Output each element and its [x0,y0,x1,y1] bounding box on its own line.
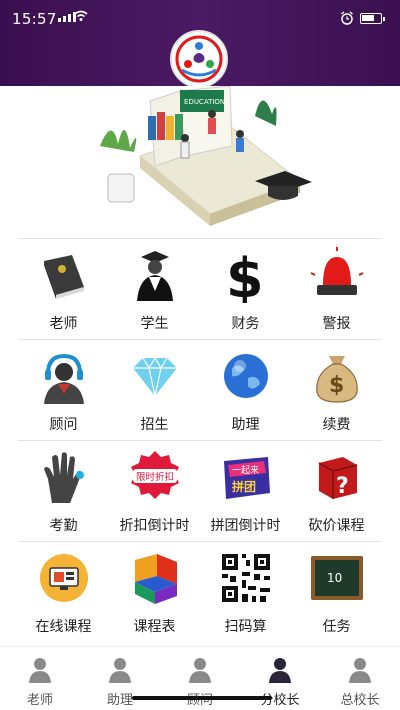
grid-item-discount-countdown[interactable]: 限时折扣 折扣倒计时 [109,441,200,541]
alarm-light-icon [310,247,364,295]
grid-item-label: 拼团倒计时 [210,518,281,534]
person-icon [109,658,131,683]
tab-chief-principal[interactable]: 总校长 [320,647,400,710]
grid-item-teacher[interactable]: 老师 [18,239,109,339]
grid-row: 顾问 招生 助理 $ 续费 [18,339,382,440]
grid-item-label: 老师 [49,316,78,332]
battery-icon [360,13,385,24]
book-icon [44,255,84,299]
grid-item-assistant[interactable]: 助理 [200,340,291,440]
app-logo [170,30,228,88]
globe-icon [224,354,268,398]
person-icon [29,658,51,683]
group-badge-bottom-text: 拼团 [232,479,256,494]
education-illustration: EDUCATION [100,85,312,226]
grid-item-bargain-course[interactable]: ? 砍价课程 [291,441,382,541]
grid-item-label: 续费 [322,417,351,433]
grid-item-task[interactable]: 10 任务 [291,542,382,642]
grid-item-enroll[interactable]: 招生 [109,340,200,440]
alarm-clock-icon [341,11,353,25]
grid-item-student[interactable]: 学生 [109,239,200,339]
function-grid: 老师 学生 $ 财务 警报 顾问 招生 助理 $ 续费 考勤 限时折扣 折扣倒计… [18,238,382,642]
grid-row: 老师 学生 $ 财务 警报 [18,238,382,339]
svg-text:$: $ [329,373,344,398]
grid-item-online-course[interactable]: 在线课程 [18,542,109,642]
grid-item-label: 任务 [322,619,351,635]
status-time: 15:57 [12,10,57,28]
grid-item-label: 学生 [140,316,169,332]
grid-item-label: 招生 [140,417,169,433]
grid-item-alarm[interactable]: 警报 [291,239,382,339]
question-cube-icon: ? [318,457,358,499]
group-badge-top-text: 一起来 [232,465,259,476]
dollar-icon: $ [226,247,264,303]
grid-row: 考勤 限时折扣 折扣倒计时 一起来 拼团 拼团倒计时 ? 砍价课程 [18,440,382,541]
app-header: 15:57 [0,0,400,88]
person-icon [269,658,291,683]
grid-item-label: 助理 [231,417,260,433]
grid-item-timetable[interactable]: 课程表 [109,542,200,642]
tab-assistant[interactable]: 助理 [80,647,160,710]
svg-text:?: ? [336,474,349,499]
task-board-number: 10 [327,571,342,585]
grid-item-label: 财务 [231,316,260,332]
bottom-tab-bar: 老师 助理 顾问 分校长 总校长 [0,646,400,710]
grid-item-attendance[interactable]: 考勤 [18,441,109,541]
svg-text:$: $ [226,247,264,303]
grid-item-label: 扫码算 [224,619,267,635]
grid-item-label: 顾问 [49,417,78,433]
grid-item-label: 警报 [322,316,351,332]
grid-item-label: 折扣倒计时 [119,518,190,534]
grid-row: 在线课程 课程表 扫码算 10 任务 [18,541,382,642]
status-bar: 15:57 [0,0,400,34]
task-board-icon: 10 [311,556,363,600]
grid-item-label: 课程表 [133,619,176,635]
hand-icon [44,452,84,503]
grid-item-finance[interactable]: $ 财务 [200,239,291,339]
home-indicator[interactable] [132,696,272,700]
grid-item-label: 考勤 [49,518,78,534]
discount-badge-text: 限时折扣 [136,471,174,483]
grid-item-consultant[interactable]: 顾问 [18,340,109,440]
grid-item-renewal[interactable]: $ 续费 [291,340,382,440]
timetable-icon [135,554,177,604]
banner-sign-text: EDUCATION [184,98,225,106]
money-bag-icon: $ [316,356,358,403]
grid-item-label: 在线课程 [35,619,92,635]
grid-item-scan-code[interactable]: 扫码算 [200,542,291,642]
diamond-icon [133,356,177,397]
grid-item-label: 砍价课程 [308,518,365,534]
headset-consultant-icon [44,353,84,404]
qr-code-icon [222,554,270,602]
tab-teacher[interactable]: 老师 [0,647,80,710]
tab-label: 老师 [26,693,53,708]
person-icon [349,658,371,683]
discount-badge-icon: 限时折扣 [131,451,179,499]
wifi-icon [74,10,88,21]
grid-item-group-countdown[interactable]: 一起来 拼团 拼团倒计时 [200,441,291,541]
group-buy-badge-icon: 一起来 拼团 [224,457,270,499]
tab-label: 总校长 [340,693,380,708]
graduate-icon [137,251,173,301]
online-course-icon [40,554,88,602]
education-banner: EDUCATION [0,85,400,238]
tab-branch-principal[interactable]: 分校长 [240,647,320,710]
tab-consultant[interactable]: 顾问 [160,647,240,710]
person-icon [189,658,211,683]
